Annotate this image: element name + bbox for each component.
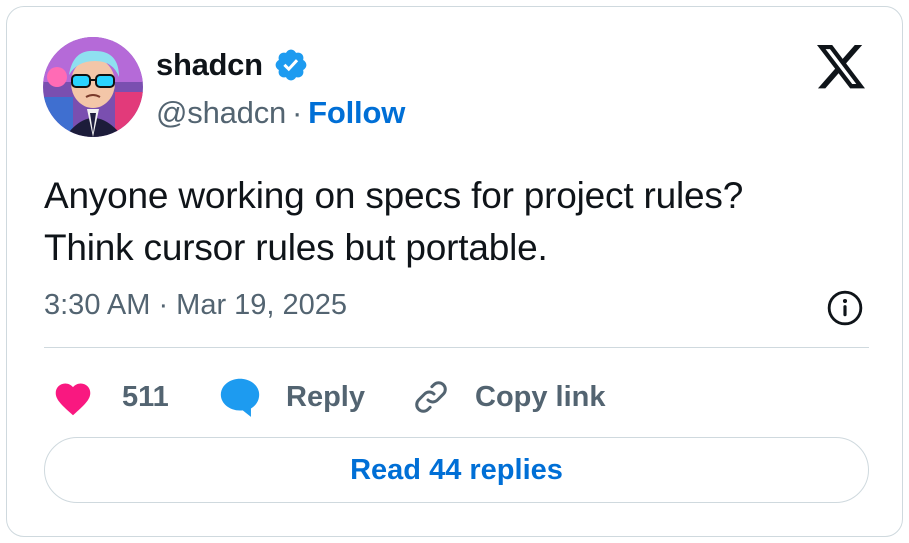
verified-badge-icon (275, 49, 307, 81)
action-bar: 511 Reply Copy link (44, 367, 874, 427)
like-button[interactable]: 511 (52, 367, 169, 427)
read-replies-button[interactable]: Read 44 replies (44, 437, 869, 503)
handle-row: @shadcn · Follow (156, 95, 405, 131)
separator-dot: · (292, 95, 303, 130)
follow-link[interactable]: Follow (308, 95, 405, 130)
copy-link-button[interactable]: Copy link (411, 367, 606, 427)
reply-bubble-icon (220, 378, 260, 417)
reply-label: Reply (286, 380, 365, 413)
tweet-text-line: Think cursor rules but portable. (44, 227, 548, 268)
tweet-text: Anyone working on specs for project rule… (44, 170, 874, 274)
x-logo-icon[interactable] (817, 45, 865, 89)
author-handle[interactable]: @shadcn (156, 95, 286, 130)
info-icon[interactable] (826, 289, 864, 327)
like-count: 511 (122, 380, 169, 413)
link-icon (415, 381, 447, 413)
copy-link-label: Copy link (475, 380, 606, 413)
avatar[interactable] (43, 37, 143, 137)
reply-button[interactable]: Reply (218, 367, 365, 427)
tweet-text-line: Anyone working on specs for project rule… (44, 175, 744, 216)
tweet-card: shadcn @shadcn · Follow Anyone working on … (6, 6, 903, 537)
heart-icon (55, 383, 91, 416)
author-name[interactable]: shadcn (156, 47, 263, 83)
divider (44, 347, 869, 348)
tweet-timestamp[interactable]: 3:30 AM · Mar 19, 2025 (44, 289, 347, 322)
